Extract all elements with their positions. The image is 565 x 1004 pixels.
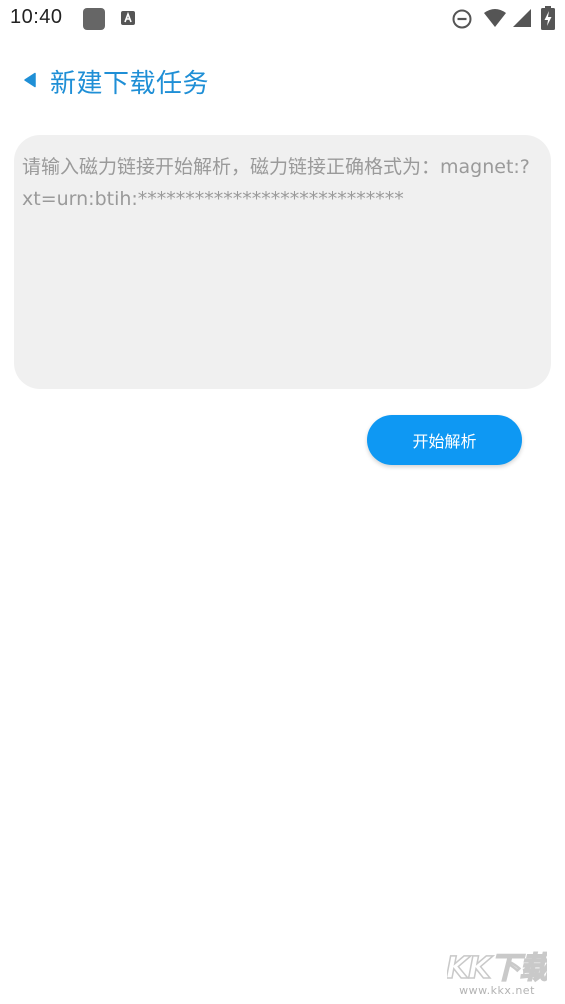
- cellular-signal-icon: [512, 8, 532, 28]
- svg-text:www.kkx.net: www.kkx.net: [459, 984, 535, 997]
- watermark-logo: KK下载 www.kkx.net: [447, 946, 547, 998]
- back-triangle-icon[interactable]: [22, 72, 38, 88]
- do-not-disturb-icon: [451, 8, 473, 30]
- battery-charging-icon: [541, 6, 555, 30]
- status-time: 10:40: [10, 6, 63, 28]
- notification-square-icon: [83, 8, 105, 30]
- status-bar: 10:40: [0, 0, 565, 38]
- notification-a-icon: [121, 11, 135, 25]
- magnet-link-input[interactable]: [14, 135, 551, 389]
- svg-text:KK下载: KK下载: [447, 951, 547, 986]
- page-title: 新建下载任务: [50, 69, 210, 99]
- start-parse-button[interactable]: 开始解析: [367, 415, 522, 465]
- wifi-icon: [483, 8, 507, 28]
- app-header: 新建下载任务: [0, 52, 565, 108]
